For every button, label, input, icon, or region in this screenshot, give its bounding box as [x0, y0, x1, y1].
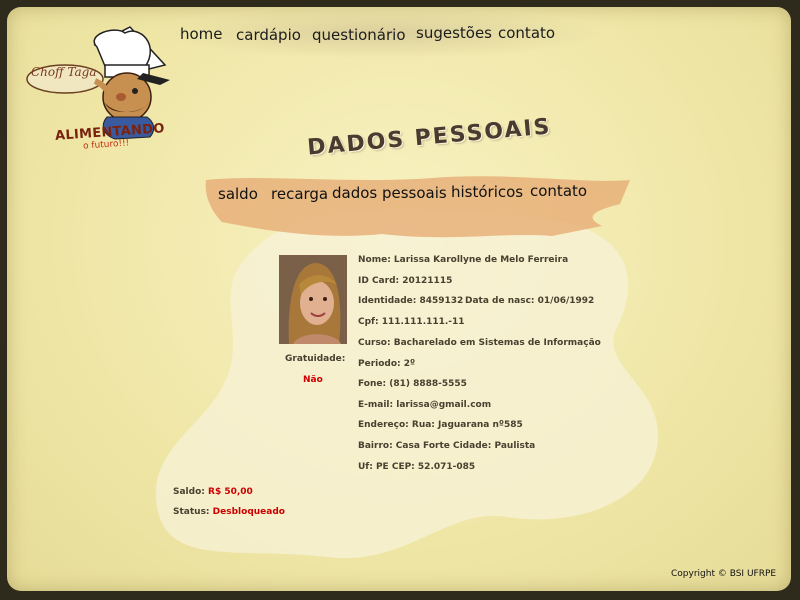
field-curso: Curso: Bacharelado em Sistemas de Inform… — [358, 338, 601, 348]
field-endereco: Endereço: Rua: Jaguarana nº585 — [358, 420, 523, 430]
nav-sugestoes[interactable]: sugestões — [416, 24, 492, 42]
field-periodo: Periodo: 2º — [358, 359, 416, 369]
copyright-text: Copyright © BSI UFRPE — [671, 569, 777, 579]
nav-contato[interactable]: contato — [498, 24, 555, 42]
field-nome: Nome: Larissa Karollyne de Melo Ferreira — [358, 255, 569, 265]
field-email: E-mail: larissa@gmail.com — [358, 400, 492, 410]
subnav-recarga[interactable]: recarga — [271, 185, 328, 203]
status-label: Status: — [173, 507, 210, 517]
field-uf: Uf: PE CEP: 52.071-085 — [358, 462, 476, 472]
subnav-contato[interactable]: contato — [530, 182, 587, 200]
saldo-label: Saldo: — [173, 487, 205, 497]
page-frame: Choff Taga ALIMENTANDO o futuro!!! home … — [0, 0, 800, 600]
subnav-historicos[interactable]: históricos — [451, 183, 523, 201]
field-data-nasc: Data de nasc: 01/06/1992 — [465, 296, 595, 306]
status-row: Status: Desbloqueado — [173, 507, 285, 517]
page-background: Choff Taga ALIMENTANDO o futuro!!! home … — [7, 7, 791, 591]
saldo-row: Saldo: R$ 50,00 — [173, 487, 253, 497]
field-cpf: Cpf: 111.111.111.-11 — [358, 317, 465, 327]
field-identidade: Identidade: 8459132 — [358, 296, 464, 306]
logo[interactable]: Choff Taga ALIMENTANDO o futuro!!! — [25, 25, 175, 155]
saldo-value: R$ 50,00 — [208, 487, 253, 497]
subnav-dados-pessoais[interactable]: dados pessoais — [332, 184, 447, 202]
subnav-saldo[interactable]: saldo — [218, 185, 258, 203]
field-id-card: ID Card: 20121115 — [358, 276, 453, 286]
field-bairro: Bairro: Casa Forte Cidade: Paulista — [358, 441, 536, 451]
nav-home[interactable]: home — [180, 25, 223, 43]
nav-cardapio[interactable]: cardápio — [236, 26, 301, 44]
gratuidade-label: Gratuidade: — [285, 354, 346, 364]
profile-photo-image — [279, 255, 347, 344]
gratuidade-value: Não — [303, 375, 323, 385]
status-value: Desbloqueado — [212, 507, 285, 517]
profile-photo — [279, 255, 347, 344]
field-fone: Fone: (81) 8888-5555 — [358, 379, 467, 389]
nav-questionario[interactable]: questionário — [312, 26, 406, 44]
logo-script-text: Choff Taga — [31, 65, 97, 79]
